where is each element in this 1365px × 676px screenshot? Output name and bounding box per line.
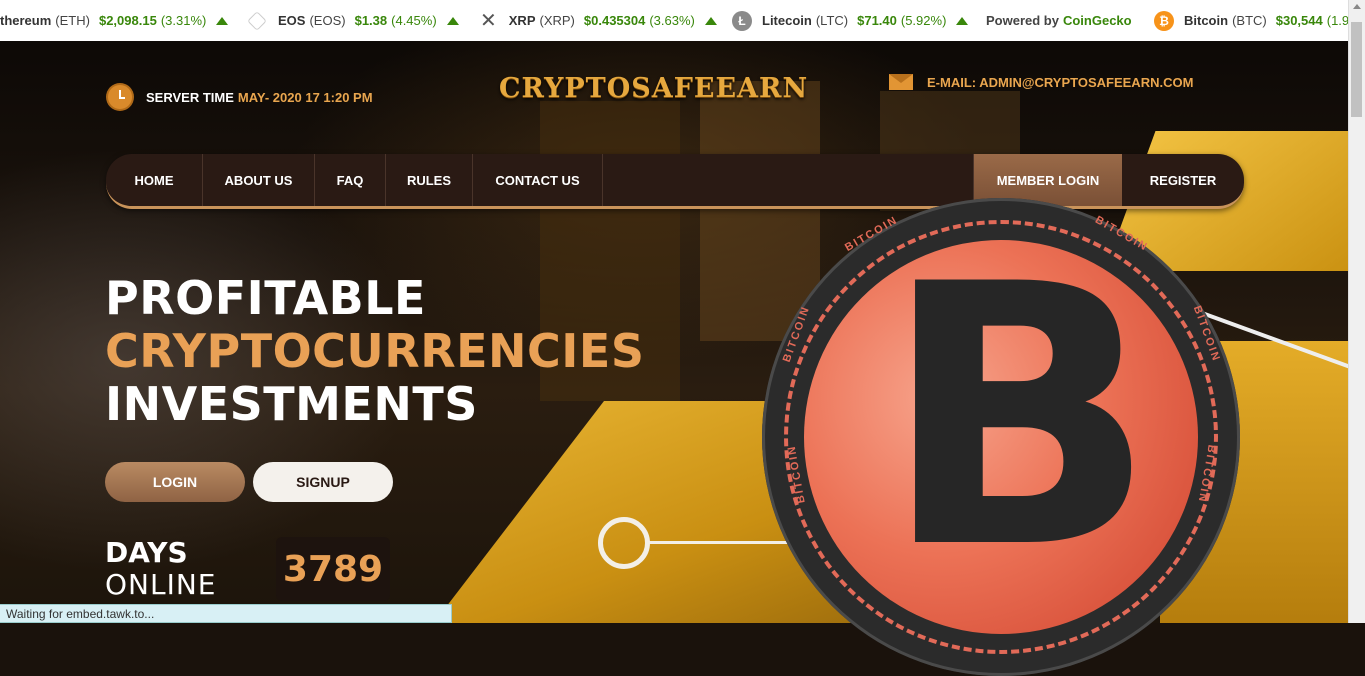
browser-status-bar: Waiting for embed.tawk.to... [0,604,452,623]
hero-headline-line3: INVESTMENTS [105,377,478,431]
bitcoin-symbol-icon: B [882,208,1157,627]
nav-contact-us[interactable]: CONTACT US [473,154,603,206]
ticker-coin-change: (1.98 [1326,13,1349,28]
coingecko-link[interactable]: CoinGecko [1063,13,1132,28]
ticker-coin-name: EOS [278,13,306,28]
site-logo[interactable]: CRYPTOSAFEEARN [499,73,808,104]
ticker-coin-symbol: (EOS) [309,13,346,28]
ticker-coin-symbol: (XRP) [539,13,575,28]
ticker-item-btc[interactable]: ₿ Bitcoin (BTC) $30,544 (1.98 [1154,0,1349,41]
ticker-item-eos[interactable]: EOS (EOS) $1.38 (4.45%) [247,0,459,41]
price-up-icon [704,16,717,25]
price-up-icon [446,16,459,25]
login-button[interactable]: LOGIN [105,462,245,502]
price-up-icon [216,16,229,25]
nav-about-us[interactable]: ABOUT US [203,154,315,206]
hero-headline: PROFITABLE CRYPTOCURRENCIES INVESTMENTS [105,272,644,431]
litecoin-icon: Ł [732,10,752,31]
server-time: SERVER TIME MAY- 2020 17 1:20 PM [108,85,373,109]
server-time-label: SERVER TIME [146,89,234,105]
ticker-coin-name: Litecoin [762,13,812,28]
price-ticker: thereum (ETH) $2,098.15 (3.31%) EOS (EOS… [0,0,1349,42]
ticker-coin-price: $0.435304 [583,13,646,28]
hero-headline-line1: PROFITABLE [105,271,426,325]
server-time-value: MAY- 2020 17 1:20 PM [237,89,373,105]
scrollbar-thumb[interactable] [1351,22,1362,117]
scroll-up-arrow-icon[interactable] [1353,4,1361,9]
price-up-icon [956,16,969,25]
alarm-clock-icon [108,85,132,109]
bitcoin-icon: ₿ [1154,10,1174,31]
ticker-coin-change: (3.31%) [160,13,207,28]
powered-label: Powered by [986,13,1059,28]
page-scrollbar[interactable] [1348,0,1365,623]
xrp-icon: ✕ [480,10,497,32]
days-online-label: DAYS ONLINE [105,537,216,601]
ticker-item-xrp[interactable]: ✕ XRP (XRP) $0.435304 (3.63%) [480,0,717,41]
online-label: ONLINE [105,568,217,601]
eos-icon [247,10,267,31]
ticker-coin-symbol: (ETH) [55,13,90,28]
nav-home[interactable]: HOME [106,154,203,206]
signup-button[interactable]: SIGNUP [253,462,393,502]
ticker-coin-name: thereum [0,13,52,28]
contact-email-text: E-MAIL: ADMIN@CRYPTOSAFEEARN.COM [927,74,1194,90]
ticker-coin-change: (3.63%) [649,13,695,28]
ticker-coin-price: $71.40 [857,13,897,28]
ticker-coin-name: XRP [508,13,536,28]
nav-faq[interactable]: FAQ [315,154,386,206]
circuit-node [598,517,650,569]
bitcoin-coin-illustration: BITCOIN BITCOIN BITCOIN BITCOIN BITCOIN … [762,198,1242,676]
ticker-coin-change: (5.92%) [900,13,947,28]
envelope-icon [889,74,913,90]
ticker-coin-symbol: (LTC) [815,13,849,28]
contact-email[interactable]: E-MAIL: ADMIN@CRYPTOSAFEEARN.COM [889,74,1193,90]
days-online-counter: 3789 [276,537,390,601]
powered-by-coingecko[interactable]: Powered by CoinGecko [986,0,1132,41]
ticker-coin-name: Bitcoin [1184,13,1229,28]
hero-headline-line2: CRYPTOCURRENCIES [105,324,645,378]
nav-rules[interactable]: RULES [386,154,473,206]
ticker-item-eth[interactable]: thereum (ETH) $2,098.15 (3.31%) [0,0,229,41]
ticker-coin-symbol: (BTC) [1232,13,1267,28]
ticker-coin-price: $1.38 [354,13,388,28]
ticker-coin-change: (4.45%) [391,13,437,28]
days-label: DAYS [105,536,188,569]
ticker-item-ltc[interactable]: Ł Litecoin (LTC) $71.40 (5.92%) [732,0,969,41]
ticker-coin-price: $30,544 [1275,13,1323,28]
ticker-coin-price: $2,098.15 [98,13,157,28]
